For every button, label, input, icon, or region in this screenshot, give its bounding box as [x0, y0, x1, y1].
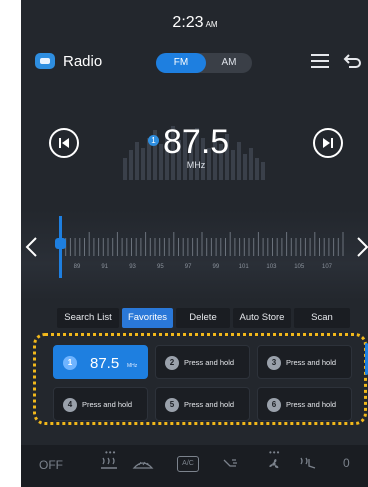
scale-label: 91: [101, 264, 108, 270]
preset-3[interactable]: 3 Press and hold: [257, 345, 352, 379]
climate-off-label[interactable]: OFF: [39, 458, 63, 472]
preset-label: Press and hold: [184, 358, 235, 367]
seat-airflow-icon[interactable]: [220, 456, 240, 472]
preset-frequency: 87.5: [90, 355, 120, 372]
scale-label: 105: [294, 264, 305, 270]
band-am-button[interactable]: AM: [206, 53, 252, 73]
ac-icon[interactable]: A/C: [177, 456, 199, 472]
band-fm-button[interactable]: FM: [156, 53, 206, 73]
tuner-handle[interactable]: [55, 238, 66, 249]
preset-number: 3: [267, 356, 281, 370]
chevron-left-icon[interactable]: [23, 236, 41, 258]
status-clock: 2:23 AM: [21, 14, 368, 32]
tab-delete[interactable]: Delete: [176, 308, 230, 328]
preset-2[interactable]: 2 Press and hold: [155, 345, 250, 379]
skip-previous-icon: [59, 138, 69, 148]
clock-time: 2:23: [172, 14, 204, 31]
menu-icon[interactable]: [311, 54, 329, 68]
tab-auto-store[interactable]: Auto Store: [233, 308, 291, 328]
radio-screen: 2:23 AM Radio FM AM 1 87.5 MHz 89 91 93 …: [21, 0, 368, 487]
preset-label: Press and hold: [184, 400, 235, 409]
app-title: Radio: [63, 53, 103, 70]
radio-icon: [35, 53, 55, 69]
climate-level-label[interactable]: 0: [343, 456, 350, 470]
back-icon[interactable]: [343, 52, 363, 70]
preset-label: Press and hold: [82, 400, 133, 409]
clock-ampm: AM: [205, 20, 218, 29]
frequency-unit: MHz: [186, 160, 206, 170]
rear-heated-seat-icon[interactable]: [297, 456, 317, 472]
preset-unit: MHz: [127, 363, 138, 369]
skip-next-icon: [323, 138, 333, 148]
climate-level-value: 0: [343, 456, 350, 470]
current-frequency: 87.5: [163, 123, 230, 161]
windshield-defrost-icon[interactable]: [131, 456, 155, 472]
preset-1[interactable]: 1 87.5 MHz: [53, 345, 148, 379]
heated-seat-icon[interactable]: [99, 456, 119, 472]
preset-6[interactable]: 6 Press and hold: [257, 387, 352, 421]
scale-label: 93: [129, 264, 136, 270]
scale-label: 97: [185, 264, 192, 270]
scale-label: 99: [213, 264, 220, 270]
favorite-index-badge: 1: [148, 135, 159, 146]
scale-label: 95: [157, 264, 164, 270]
preset-4[interactable]: 4 Press and hold: [53, 387, 148, 421]
preset-number: 5: [165, 398, 179, 412]
preset-number: 1: [63, 356, 77, 370]
tuner-scale[interactable]: 89 91 93 95 97 99 101 103 105 107: [57, 230, 347, 280]
chevron-right-icon[interactable]: [353, 236, 368, 258]
preset-label: Press and hold: [286, 400, 337, 409]
tab-favorites[interactable]: Favorites: [122, 308, 173, 328]
band-switch[interactable]: FM AM: [156, 53, 252, 73]
scale-label: 101: [239, 264, 250, 270]
tab-scan[interactable]: Scan: [294, 308, 350, 328]
fan-icon[interactable]: [264, 456, 284, 472]
preset-number: 6: [267, 398, 281, 412]
previous-station-button[interactable]: [49, 128, 79, 158]
scale-label: 103: [266, 264, 277, 270]
scale-label: 107: [322, 264, 333, 270]
next-station-button[interactable]: [313, 128, 343, 158]
preset-number: 4: [63, 398, 77, 412]
preset-label: Press and hold: [286, 358, 337, 367]
preset-5[interactable]: 5 Press and hold: [155, 387, 250, 421]
tab-search-list[interactable]: Search List: [57, 308, 119, 328]
preset-number: 2: [165, 356, 179, 370]
scale-label: 89: [74, 264, 81, 270]
